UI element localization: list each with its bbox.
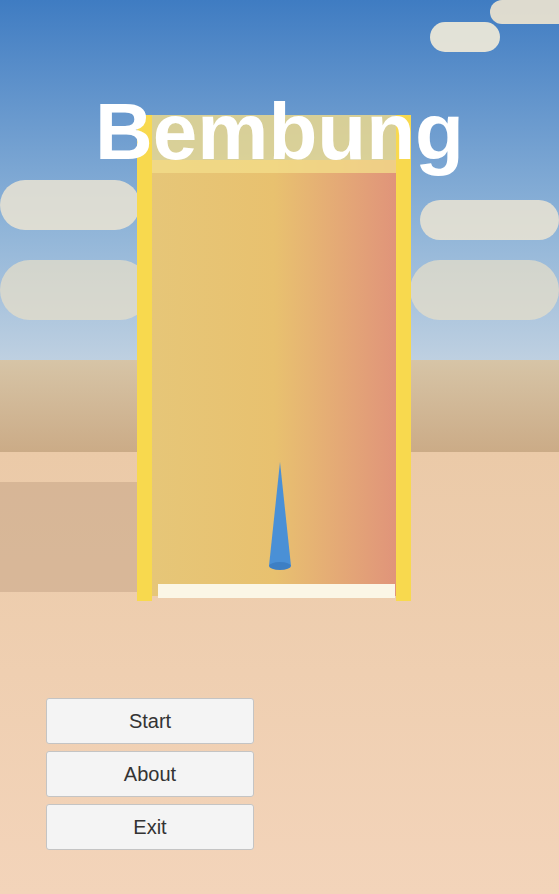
cloud [430, 22, 500, 52]
menu-button[interactable]: Exit [46, 804, 254, 850]
game-title: Bembung [0, 92, 559, 172]
cloud [420, 200, 559, 240]
menu-area: Start About Exit [0, 0, 559, 894]
cloud [490, 0, 559, 24]
main-menu-screen: Bembung Start About Exit [0, 0, 559, 894]
box-shadow [0, 482, 145, 592]
cone-icon [267, 462, 293, 572]
menu-button[interactable]: About [46, 751, 254, 797]
cloud [0, 260, 150, 320]
box-floor [158, 584, 395, 598]
box-right-pillar [396, 115, 411, 601]
cloud [0, 180, 140, 230]
menu-button[interactable]: Start [46, 698, 254, 744]
menu: Start About Exit [46, 698, 559, 850]
box-left-pillar [137, 115, 152, 601]
cloud [410, 260, 559, 320]
